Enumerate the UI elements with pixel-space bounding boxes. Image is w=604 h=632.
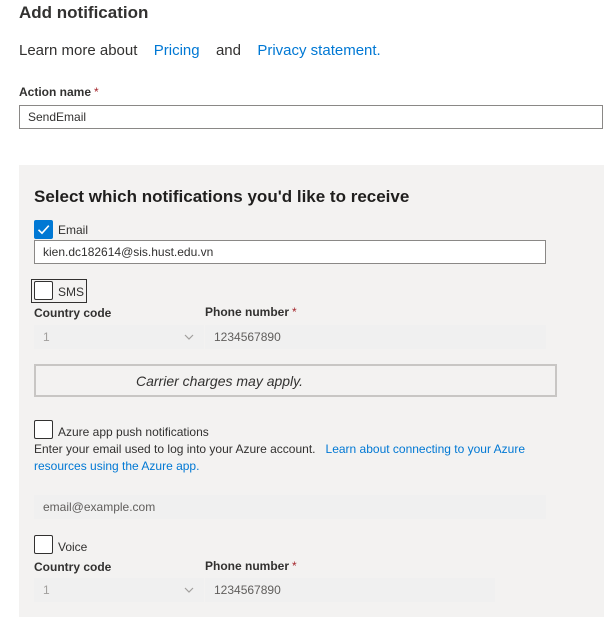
privacy-statement-link[interactable]: Privacy statement. — [257, 42, 380, 59]
email-input[interactable] — [34, 240, 546, 264]
action-name-input[interactable] — [19, 105, 603, 129]
push-email-placeholder: email@example.com — [43, 500, 156, 514]
sms-country-code-label: Country code — [34, 306, 112, 320]
action-name-label-text: Action name — [19, 85, 92, 99]
voice-phone-number-label: Phone number * — [205, 559, 297, 573]
and-text: and — [215, 42, 241, 59]
pricing-link[interactable]: Pricing — [154, 42, 200, 59]
sms-phone-number-value: 1234567890 — [214, 330, 281, 344]
sms-phone-number-label-text: Phone number — [205, 305, 290, 319]
sms-phone-number-label: Phone number * — [205, 305, 297, 319]
voice-phone-number-input[interactable]: 1234567890 — [205, 578, 495, 602]
push-description: Enter your email used to log into your A… — [34, 441, 594, 475]
voice-phone-number-label-text: Phone number — [205, 559, 290, 573]
azure-app-link-continued[interactable]: resources using the Azure app. — [34, 459, 199, 473]
chevron-down-icon — [184, 587, 194, 593]
learn-more-text: Learn more about — [19, 42, 138, 59]
carrier-charges-note: Carrier charges may apply. — [34, 364, 557, 397]
push-label: Azure app push notifications — [58, 425, 209, 439]
email-checkbox[interactable] — [34, 220, 53, 239]
required-marker: * — [94, 85, 99, 99]
sms-label: SMS — [58, 285, 85, 299]
email-label: Email — [58, 223, 89, 237]
sms-checkbox[interactable] — [34, 281, 53, 300]
push-email-input[interactable]: email@example.com — [34, 495, 546, 519]
required-marker: * — [292, 559, 297, 573]
voice-country-code-value: 1 — [43, 583, 50, 597]
notifications-title: Select which notifications you'd like to… — [34, 187, 410, 206]
chevron-down-icon — [184, 334, 194, 340]
azure-app-link[interactable]: Learn about connecting to your Azure — [326, 442, 525, 456]
sms-country-code-dropdown[interactable]: 1 — [34, 325, 204, 349]
required-marker: * — [292, 305, 297, 319]
sms-country-code-value: 1 — [43, 330, 50, 344]
page-title: Add notification — [19, 3, 149, 22]
checkmark-icon — [37, 225, 50, 235]
push-checkbox[interactable] — [34, 420, 53, 439]
voice-label: Voice — [58, 540, 88, 554]
action-name-label: Action name * — [19, 85, 99, 99]
voice-country-code-label: Country code — [34, 560, 112, 574]
voice-checkbox[interactable] — [34, 535, 53, 554]
voice-country-code-dropdown[interactable]: 1 — [34, 578, 204, 602]
voice-phone-number-value: 1234567890 — [214, 583, 281, 597]
learn-more-line: Learn more about Pricing and Privacy sta… — [19, 42, 381, 59]
push-description-text: Enter your email used to log into your A… — [34, 442, 316, 456]
sms-phone-number-input[interactable]: 1234567890 — [205, 325, 546, 349]
